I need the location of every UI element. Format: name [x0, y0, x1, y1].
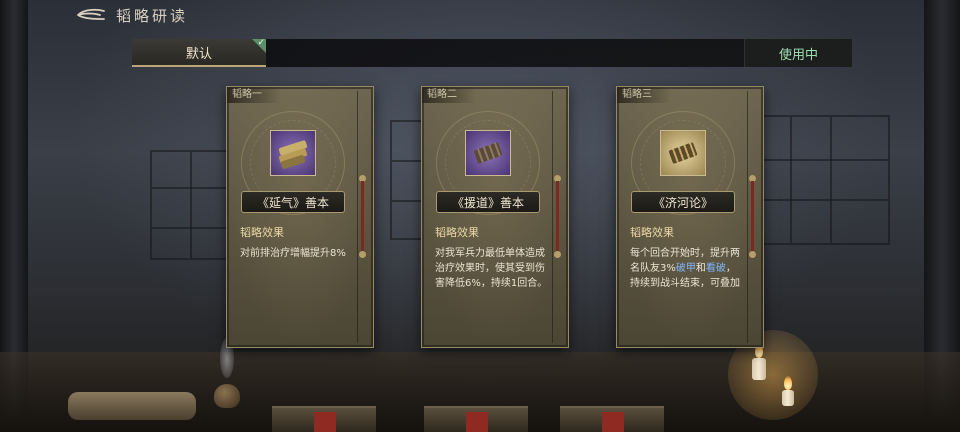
effect-description: 每个回合开始时，提升两名队友3%破甲和看破，持续到战斗结束，可叠加	[630, 246, 745, 291]
incense-burner	[214, 384, 240, 408]
candle	[752, 358, 766, 380]
card-rail	[357, 91, 367, 343]
item-name: 《援道》善本	[436, 191, 540, 213]
purple-bamboo-scroll-icon[interactable]	[465, 130, 511, 176]
in-use-status: 使用中	[744, 39, 852, 67]
table-book	[560, 406, 664, 432]
tab-default-label: 默认	[185, 46, 212, 62]
page-title: 韬略研读	[116, 6, 189, 25]
candle-flame	[784, 376, 792, 390]
effect-title: 韬略效果	[435, 226, 479, 239]
scroll-bundle	[68, 392, 196, 420]
back-arrow-icon[interactable]	[76, 7, 106, 23]
check-icon: ✓	[257, 38, 265, 48]
effect-description: 对前排治疗增幅提升8%	[240, 248, 346, 259]
card-tag: 韬略一	[227, 87, 281, 103]
item-name: 《延气》善本	[241, 191, 345, 213]
card-tag: 韬略三	[617, 87, 671, 103]
tab-bar: 默认 ✓ 使用中	[132, 38, 852, 67]
desc-text: 和	[695, 263, 706, 274]
effect-title: 韬略效果	[630, 226, 674, 239]
card-tag: 韬略二	[422, 87, 476, 103]
card-rail	[552, 91, 562, 343]
header: 韬略研读	[0, 0, 188, 30]
effect-description: 对我军兵力最低单体造成治疗效果时，使其受到伤害降低6%，持续1回合。	[435, 248, 548, 289]
strategy-card-2[interactable]: 韬略二 《援道》善本 韬略效果 对我军兵力最低单体造成治疗效果时，使其受到伤害降…	[421, 86, 569, 348]
table-book	[272, 406, 376, 432]
purple-book-bundle-icon[interactable]	[270, 130, 316, 176]
strategy-card-3[interactable]: 韬略三 《济河论》 韬略效果 每个回合开始时，提升两名队友3%破甲和看破，持续到…	[616, 86, 764, 348]
table-book	[424, 406, 528, 432]
in-use-label: 使用中	[778, 47, 818, 63]
keyword-insight[interactable]: 看破	[706, 263, 726, 274]
candle	[782, 390, 794, 406]
tab-default[interactable]: 默认 ✓	[132, 38, 266, 67]
effect-title: 韬略效果	[240, 226, 284, 239]
card-rail	[747, 91, 757, 343]
gold-bamboo-scroll-icon[interactable]	[660, 130, 706, 176]
keyword-armor-break[interactable]: 破甲	[676, 263, 696, 274]
strategy-card-1[interactable]: 韬略一 《延气》善本 韬略效果 对前排治疗增幅提升8%	[226, 86, 374, 348]
item-name: 《济河论》	[631, 191, 735, 213]
